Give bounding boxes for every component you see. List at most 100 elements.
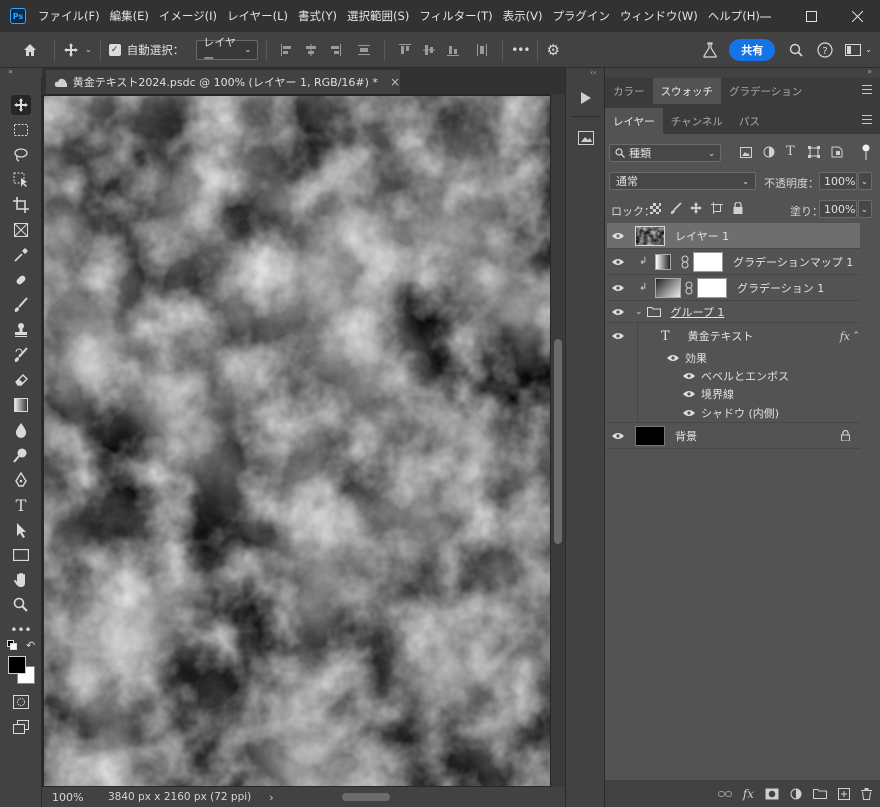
new-layer-icon[interactable] bbox=[838, 787, 850, 800]
more-tools-icon[interactable]: ••• bbox=[10, 620, 31, 640]
tab-color[interactable]: カラー bbox=[605, 78, 653, 104]
path-select-tool-icon[interactable] bbox=[11, 520, 31, 540]
filter-toggle-icon[interactable] bbox=[862, 144, 870, 160]
blend-mode-dropdown[interactable]: 通常 ⌄ bbox=[609, 172, 756, 190]
panels-collapse[interactable]: » bbox=[605, 68, 880, 78]
history-brush-tool-icon[interactable] bbox=[11, 345, 31, 365]
swap-colors-icon[interactable]: ↶ bbox=[26, 639, 35, 652]
layer-row-group[interactable]: ⌄ グループ 1 bbox=[607, 301, 860, 323]
image-properties-icon[interactable] bbox=[574, 126, 598, 150]
effect-bevel-emboss[interactable]: ベベルとエンボス bbox=[607, 367, 860, 385]
tab-layers[interactable]: レイヤー bbox=[605, 108, 663, 134]
strip-collapse[interactable]: ‹‹ bbox=[590, 68, 596, 77]
marquee-tool-icon[interactable] bbox=[11, 120, 31, 140]
zoom-tool-icon[interactable] bbox=[11, 595, 31, 615]
move-tool-preset-icon[interactable] bbox=[63, 42, 79, 58]
play-icon[interactable] bbox=[574, 86, 598, 110]
lock-position-icon[interactable] bbox=[690, 202, 702, 217]
close-icon[interactable]: × bbox=[390, 75, 400, 89]
menu-filter[interactable]: フィルター(T) bbox=[419, 8, 492, 24]
flask-icon[interactable] bbox=[703, 41, 717, 58]
visibility-eye-icon[interactable] bbox=[607, 332, 629, 340]
effects-header[interactable]: 効果 bbox=[607, 349, 860, 367]
canvas-area[interactable] bbox=[42, 94, 565, 787]
crop-tool-icon[interactable] bbox=[11, 195, 31, 215]
filter-pixel-icon[interactable] bbox=[740, 147, 752, 161]
menu-select[interactable]: 選択範囲(S) bbox=[347, 8, 409, 24]
effect-stroke[interactable]: 境界線 bbox=[607, 385, 860, 403]
lock-image-pixels-icon[interactable] bbox=[670, 202, 682, 217]
pen-tool-icon[interactable] bbox=[11, 470, 31, 490]
fill-input[interactable]: 100% bbox=[819, 200, 857, 218]
maximize-icon[interactable] bbox=[788, 0, 834, 32]
visibility-eye-icon[interactable] bbox=[607, 258, 629, 266]
quick-mask-icon[interactable] bbox=[11, 692, 31, 712]
move-tool-icon[interactable] bbox=[11, 95, 31, 115]
lock-artboard-icon[interactable] bbox=[711, 202, 723, 217]
eyedropper-tool-icon[interactable] bbox=[11, 245, 31, 265]
layer-mask-thumbnail[interactable] bbox=[697, 277, 727, 298]
layer-row-gradient-fill[interactable]: ↲ グラデーション 1 bbox=[607, 275, 860, 301]
minimize-icon[interactable] bbox=[742, 0, 788, 32]
layer-row-layer1[interactable]: レイヤー 1 bbox=[607, 223, 860, 249]
trash-icon[interactable] bbox=[861, 787, 872, 800]
hand-tool-icon[interactable] bbox=[11, 570, 31, 590]
eraser-tool-icon[interactable] bbox=[11, 370, 31, 390]
align-left-icon[interactable] bbox=[280, 43, 294, 57]
default-colors-icon[interactable] bbox=[7, 640, 17, 650]
menu-image[interactable]: イメージ(I) bbox=[159, 8, 217, 24]
scrollbar-thumb[interactable] bbox=[554, 339, 562, 544]
close-icon[interactable] bbox=[834, 0, 880, 32]
search-icon[interactable] bbox=[789, 43, 803, 57]
layer-row-gradient-map[interactable]: ↲ グラデーションマップ 1 bbox=[607, 249, 860, 275]
filter-type-icon[interactable]: T bbox=[786, 144, 795, 159]
status-menu-arrow[interactable]: › bbox=[269, 791, 273, 804]
distribute-vertical-icon[interactable] bbox=[475, 43, 489, 57]
home-icon[interactable] bbox=[22, 42, 38, 58]
object-select-tool-icon[interactable] bbox=[11, 170, 31, 190]
filter-adjustment-icon[interactable] bbox=[763, 146, 775, 161]
help-icon[interactable]: ? bbox=[817, 41, 833, 58]
menu-layer[interactable]: レイヤー(L) bbox=[227, 8, 288, 24]
auto-select-target-dropdown[interactable]: レイヤー ⌄ bbox=[196, 36, 259, 65]
chevron-down-icon[interactable]: ⌄ bbox=[85, 45, 92, 54]
filter-smart-object-icon[interactable] bbox=[831, 146, 843, 161]
document-canvas[interactable] bbox=[44, 96, 550, 786]
link-icon[interactable] bbox=[717, 789, 732, 799]
canvas-vertical-scrollbar[interactable] bbox=[551, 94, 565, 787]
align-right-icon[interactable] bbox=[328, 43, 342, 57]
lock-icon[interactable] bbox=[841, 430, 850, 441]
gear-icon[interactable]: ⚙ bbox=[546, 41, 559, 59]
align-top-icon[interactable] bbox=[398, 43, 412, 57]
blur-tool-icon[interactable] bbox=[11, 420, 31, 440]
layer-filter-dropdown[interactable]: 種類 ⌄ bbox=[609, 144, 721, 162]
lock-all-icon[interactable] bbox=[733, 201, 743, 217]
align-middle-vertical-icon[interactable] bbox=[422, 43, 436, 57]
more-options-icon[interactable]: ••• bbox=[511, 43, 530, 57]
opacity-input[interactable]: 100% bbox=[819, 172, 857, 190]
panel-menu-icon[interactable] bbox=[862, 85, 872, 95]
auto-select-checkbox[interactable]: ✓ bbox=[108, 43, 121, 56]
fx-icon[interactable]: fx bbox=[743, 787, 754, 801]
screen-mode-icon[interactable] bbox=[11, 717, 31, 737]
distribute-horizontal-icon[interactable] bbox=[357, 43, 371, 57]
layer-row-background[interactable]: 背景 bbox=[607, 423, 860, 449]
mask-icon[interactable] bbox=[765, 788, 779, 800]
tab-channels[interactable]: チャンネル bbox=[663, 108, 731, 134]
visibility-eye-icon[interactable] bbox=[607, 232, 629, 240]
lock-transparent-pixels-icon[interactable] bbox=[650, 203, 661, 217]
chevron-down-icon[interactable]: ⌄ bbox=[635, 307, 643, 317]
effect-eye-icon[interactable] bbox=[683, 390, 695, 398]
share-button[interactable]: 共有 bbox=[729, 38, 776, 61]
panel-menu-icon[interactable] bbox=[862, 115, 872, 125]
layer-row-text[interactable]: T 黄金テキスト fx ⌃ bbox=[607, 323, 860, 423]
align-center-horizontal-icon[interactable] bbox=[304, 43, 318, 57]
chevron-up-icon[interactable]: ⌃ bbox=[852, 331, 860, 341]
horizontal-scrollbar-thumb[interactable] bbox=[342, 793, 390, 801]
chevron-down-icon[interactable]: ⌄ bbox=[865, 45, 872, 54]
opacity-dropdown[interactable]: ⌄ bbox=[858, 172, 872, 190]
healing-brush-tool-icon[interactable] bbox=[11, 270, 31, 290]
filter-shape-icon[interactable] bbox=[808, 146, 820, 161]
gradient-tool-icon[interactable] bbox=[11, 395, 31, 415]
toolbar-collapse[interactable]: » bbox=[0, 68, 42, 78]
